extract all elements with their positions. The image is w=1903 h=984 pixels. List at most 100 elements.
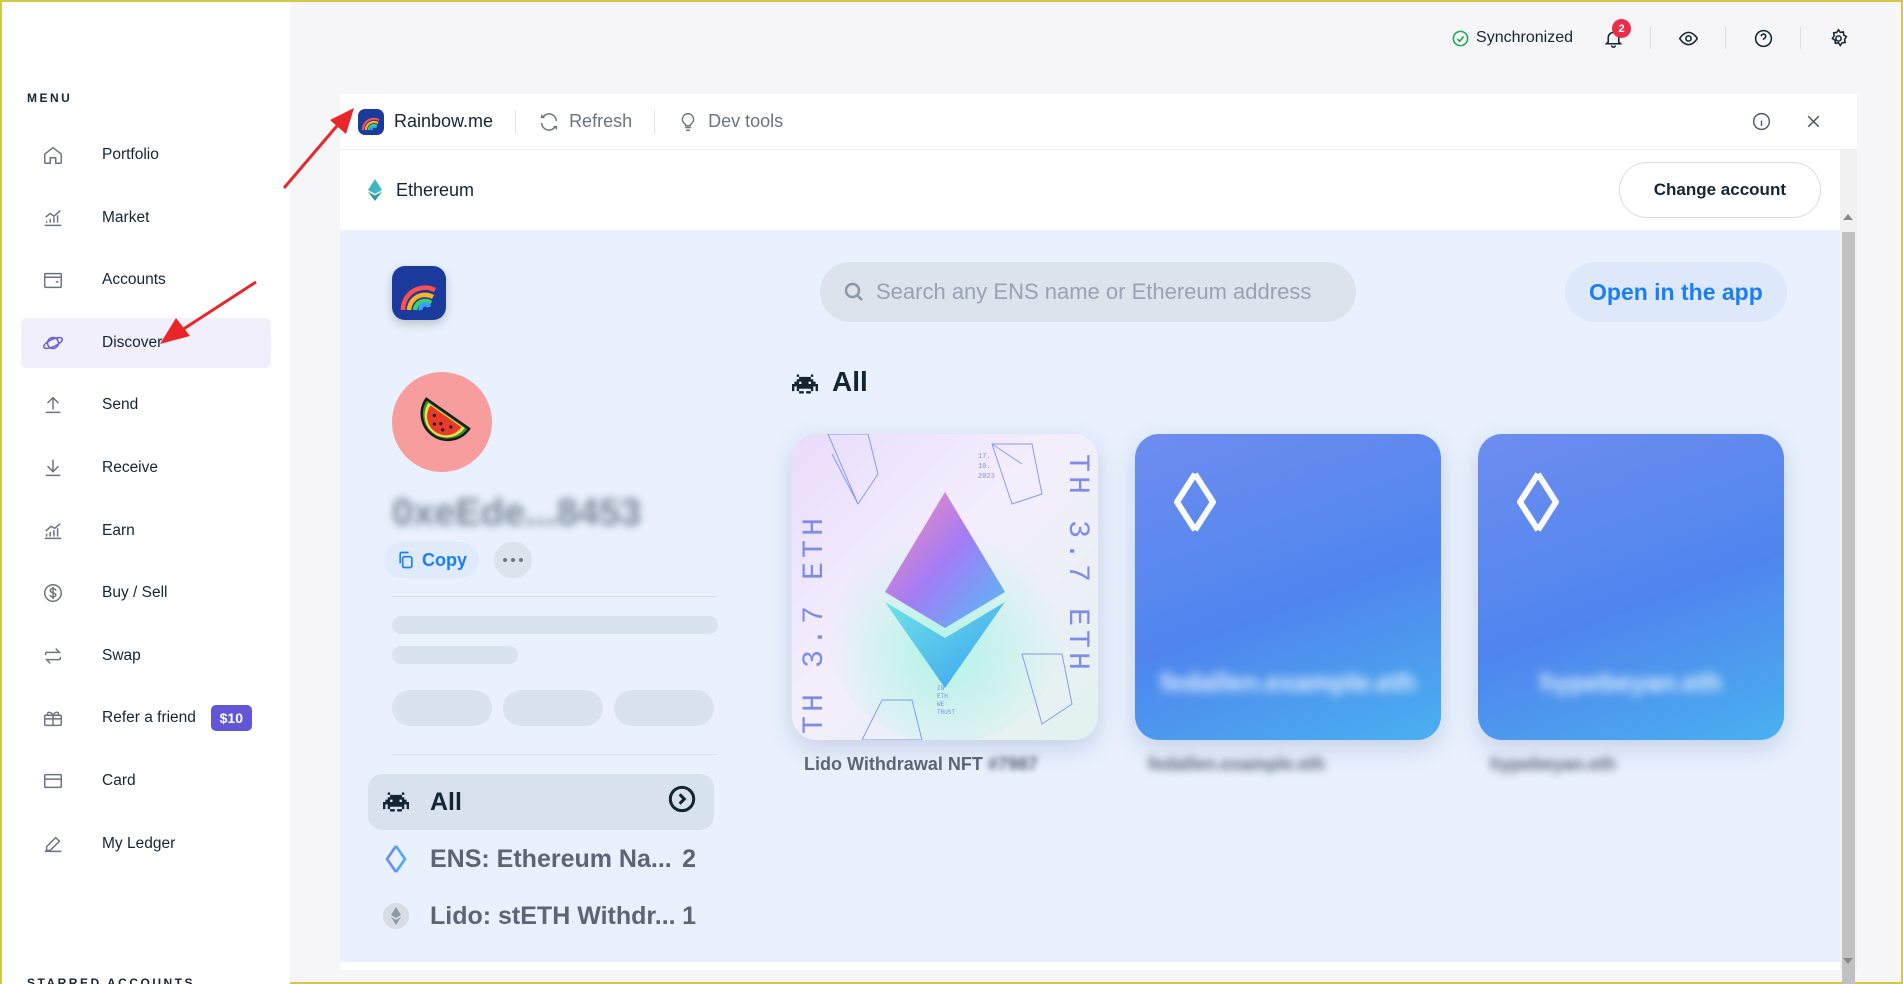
collection-lido[interactable]: Lido: stETH Withdr... 1 <box>368 888 714 944</box>
ens-search-input[interactable] <box>876 279 1346 305</box>
help-icon <box>1754 29 1772 47</box>
rainbow-app-logo[interactable] <box>392 266 446 320</box>
open-in-app-button[interactable]: Open in the app <box>1565 262 1787 322</box>
sidebar-item-accounts[interactable]: Accounts <box>21 255 271 305</box>
ens-search-field[interactable] <box>820 262 1356 322</box>
scroll-up-arrow-icon[interactable] <box>1843 214 1853 220</box>
copy-label: Copy <box>422 549 467 570</box>
collection-list: All ENS: Ethereum Na... 2 Lido: stETH Wi… <box>368 774 714 945</box>
sync-label: Synchronized <box>1476 29 1573 46</box>
copy-icon <box>399 551 413 569</box>
collection-count: 1 <box>682 901 696 930</box>
svg-text:TH 3.7 ETH: TH 3.7 ETH <box>798 514 832 734</box>
nft-card-lido[interactable]: TH 3.7 ETH TH 3.7 ETH 17. 10. 2023 IN ET… <box>792 434 1098 740</box>
sidebar-item-market[interactable]: Market <box>21 193 271 243</box>
dev-tools-label: Dev tools <box>708 111 784 131</box>
sidebar-item-label: Discover <box>102 333 163 351</box>
sidebar-item-swap[interactable]: Swap <box>21 631 271 681</box>
svg-text:10.: 10. <box>978 463 991 471</box>
sidebar-item-label: Buy / Sell <box>102 584 168 602</box>
swap-icon <box>41 644 65 668</box>
more-options-button[interactable] <box>494 542 532 578</box>
starred-accounts-title: STARRED ACCOUNTS <box>27 976 195 984</box>
network-indicator: Ethereum <box>366 179 474 201</box>
nft-card-label: hypebeyan.eth <box>1490 754 1617 774</box>
notifications-button[interactable]: 2 <box>1595 19 1631 56</box>
sidebar-item-my-ledger[interactable]: My Ledger <box>21 819 271 869</box>
collection-label: Lido: stETH Withdr... <box>430 901 676 930</box>
eye-icon <box>1678 31 1698 45</box>
loading-placeholder <box>392 690 492 726</box>
svg-text:2023: 2023 <box>978 473 995 481</box>
earn-icon <box>41 519 65 543</box>
receive-icon <box>41 456 65 480</box>
settings-button[interactable] <box>1820 20 1856 56</box>
ens-icon <box>382 845 410 873</box>
nft-card-label: fedallen.example.eth <box>1148 754 1326 774</box>
sidebar-item-refer[interactable]: Refer a friend $10 <box>21 693 271 743</box>
collection-ens[interactable]: ENS: Ethereum Na... 2 <box>368 831 714 887</box>
rainbow-webview: Open in the app 0xeEde...8453 Copy <box>340 230 1840 962</box>
search-icon <box>844 282 863 301</box>
lido-nft-artwork: TH 3.7 ETH TH 3.7 ETH 17. 10. 2023 IN ET… <box>798 434 1094 740</box>
refresh-icon <box>540 112 558 131</box>
market-icon <box>41 206 65 230</box>
svg-text:17.: 17. <box>978 453 991 461</box>
ens-card-name: fedallen.example.eth <box>1160 667 1416 697</box>
wallet-icon <box>41 268 65 292</box>
sidebar-item-discover[interactable]: Discover <box>21 317 271 368</box>
watermelon-icon <box>420 397 471 442</box>
refresh-button[interactable]: Refresh <box>538 111 632 133</box>
sidebar-item-buy-sell[interactable]: Buy / Sell <box>21 568 271 618</box>
app-info-button[interactable] <box>1743 104 1779 140</box>
divider <box>1800 27 1801 49</box>
sidebar-item-send[interactable]: Send <box>21 380 271 430</box>
dev-tools-button[interactable]: Dev tools <box>677 111 783 133</box>
check-circle-icon <box>1452 30 1469 46</box>
scroll-down-arrow-icon[interactable] <box>1843 958 1853 964</box>
menu-title: MENU <box>27 91 73 105</box>
collection-label: ENS: Ethereum Na... <box>430 844 672 873</box>
divider <box>654 109 656 134</box>
divider <box>392 596 718 597</box>
sidebar-item-label: Market <box>102 208 150 226</box>
ethereum-icon <box>367 179 383 201</box>
loading-placeholder <box>503 690 603 726</box>
svg-text:TRUST: TRUST <box>937 709 955 716</box>
panel-toolbar-actions <box>1727 104 1831 140</box>
send-icon <box>41 393 65 417</box>
discreet-mode-button[interactable] <box>1670 20 1706 56</box>
collection-expand-icon <box>668 785 696 820</box>
sidebar-item-label: My Ledger <box>102 834 176 852</box>
nft-card-token-id: #7987 <box>987 754 1038 774</box>
sidebar-item-label: Accounts <box>102 271 166 289</box>
nft-card-ens[interactable]: hypebeyan.eth <box>1478 434 1784 740</box>
scrollbar-thumb[interactable] <box>1842 232 1855 984</box>
sidebar-item-card[interactable]: Card <box>21 756 271 806</box>
close-panel-button[interactable] <box>1795 104 1831 140</box>
sidebar-item-earn[interactable]: Earn <box>21 506 271 556</box>
section-title-label: All <box>832 366 868 397</box>
nft-card-label: Lido Withdrawal NFT #7987 <box>804 754 1038 775</box>
notification-count-badge: 2 <box>1612 19 1631 38</box>
svg-text:TH 3.7 ETH: TH 3.7 ETH <box>1060 454 1094 674</box>
copy-address-button[interactable]: Copy <box>384 542 479 578</box>
planet-icon <box>41 331 65 355</box>
nft-card-ens[interactable]: fedallen.example.eth <box>1135 434 1441 740</box>
webview-scrollbar[interactable] <box>1840 150 1857 984</box>
app-title: Rainbow.me <box>358 108 494 135</box>
divider <box>392 754 718 755</box>
collection-all[interactable]: All <box>368 774 714 830</box>
svg-text:ETH: ETH <box>937 693 948 700</box>
sidebar-item-receive[interactable]: Receive <box>21 443 271 493</box>
ens-icon <box>1174 472 1216 532</box>
rainbow-logo-icon <box>358 108 384 135</box>
sidebar-item-portfolio[interactable]: Portfolio <box>21 130 271 180</box>
card-icon <box>41 769 65 793</box>
sidebar-item-label: Portfolio <box>102 146 159 163</box>
collection-section-title: All <box>792 366 868 398</box>
help-button[interactable] <box>1745 20 1781 56</box>
app-name: Rainbow.me <box>394 111 494 131</box>
sidebar-item-label: Earn <box>102 521 135 539</box>
change-account-button[interactable]: Change account <box>1618 162 1821 218</box>
